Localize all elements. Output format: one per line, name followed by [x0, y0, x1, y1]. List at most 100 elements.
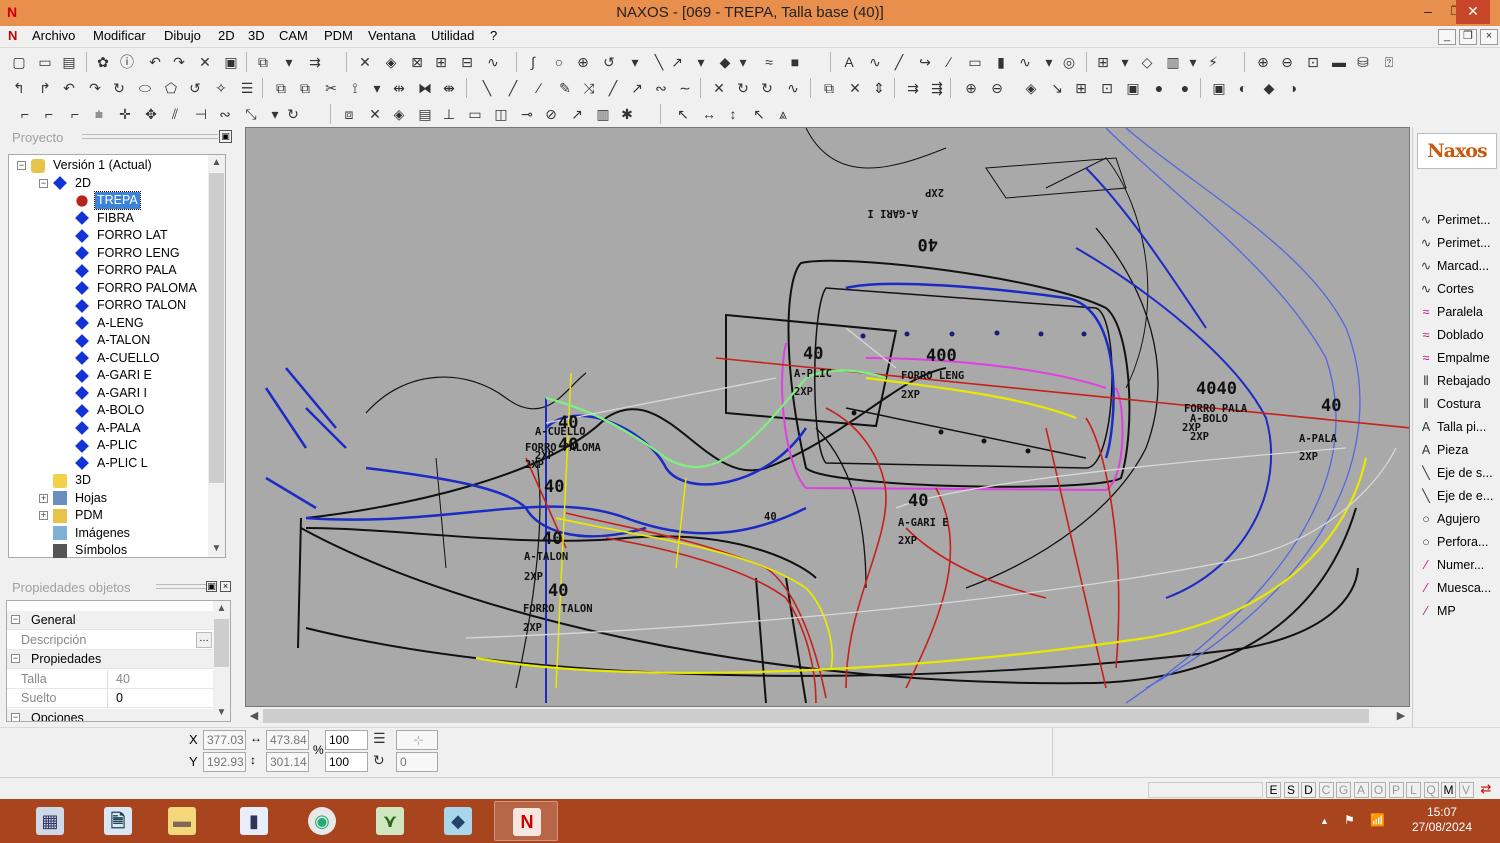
toolbar-tool-icon[interactable]: ↗	[568, 105, 586, 123]
toolbar-tool-icon[interactable]: ⊞	[1072, 79, 1090, 97]
toolbar-tool-icon[interactable]: ↖	[750, 105, 768, 123]
scroll-thumb[interactable]	[209, 173, 224, 483]
toolbar-tool-icon[interactable]: A	[840, 53, 858, 71]
task-app[interactable]: ▮	[222, 801, 286, 841]
toolbar-tool-icon[interactable]: ⊞	[1094, 53, 1112, 71]
toolbar-tool-icon[interactable]: ⧉	[820, 79, 838, 97]
toolbar-tool-icon[interactable]: ■	[786, 53, 804, 71]
panel-grip[interactable]	[82, 134, 218, 139]
tool-item[interactable]: ∿ Marcad...	[1417, 256, 1489, 276]
toolbar-tool-icon[interactable]: ⇕	[870, 79, 888, 97]
y-coordinate-field[interactable]: 192.93	[203, 752, 246, 772]
tool-item[interactable]: ∿ Perimet...	[1417, 210, 1491, 230]
toolbar-tool-icon[interactable]: ▭	[36, 53, 54, 71]
tree-item[interactable]: A-BOLO	[75, 402, 146, 419]
x-coordinate-field[interactable]: 377.03	[203, 730, 246, 750]
toolbar-tool-icon[interactable]: ▾	[1040, 53, 1058, 71]
width-field[interactable]: 473.84	[266, 730, 309, 750]
toolbar-tool-icon[interactable]: ∕	[940, 53, 958, 71]
toolbar-tool-icon[interactable]: ⊟	[458, 53, 476, 71]
tree-item[interactable]: 2D	[53, 175, 93, 192]
tree-item[interactable]: A-PLIC L	[75, 455, 150, 472]
menu-utilidad[interactable]: Utilidad	[431, 28, 474, 43]
scroll-thumb[interactable]	[214, 619, 229, 667]
rotate-icon[interactable]: ↻	[373, 752, 385, 769]
property-row[interactable]: Suelto 0	[7, 689, 214, 708]
task-explorer-docs[interactable]: 🗎	[86, 801, 150, 841]
scale-x-field[interactable]: 100	[325, 730, 368, 750]
toolbar-tool-icon[interactable]: ⊡	[1098, 79, 1116, 97]
toolbar-tool-icon[interactable]: ∾	[216, 105, 234, 123]
toolbar-tool-icon[interactable]: ⧈	[340, 105, 358, 123]
tree-item[interactable]: Imágenes	[53, 525, 132, 542]
menu-help[interactable]: ?	[490, 28, 497, 43]
toolbar-tool-icon[interactable]: ✧	[212, 79, 230, 97]
toolbar-tool-icon[interactable]: ↷	[170, 53, 188, 71]
toolbar-tool-icon[interactable]: ☰	[238, 79, 256, 97]
tool-item[interactable]: ⫴ Rebajado	[1417, 371, 1490, 391]
collapse-icon[interactable]: −	[39, 178, 48, 188]
toolbar-tool-icon[interactable]: ⇹	[390, 79, 408, 97]
tool-item[interactable]: ∿ Perimet...	[1417, 233, 1491, 253]
status-toggle-s[interactable]: S	[1283, 782, 1299, 798]
toolbar-tool-icon[interactable]: ▾	[368, 79, 386, 97]
tree-item[interactable]: TREPA	[75, 191, 141, 210]
pin-icon[interactable]: ▣	[206, 581, 217, 592]
scroll-down-icon[interactable]: ▼	[213, 705, 230, 721]
toolbar-tool-icon[interactable]: ↷	[86, 79, 104, 97]
scroll-up-icon[interactable]: ▲	[208, 155, 225, 171]
toolbar-tool-icon[interactable]: ✕	[356, 53, 374, 71]
property-value[interactable]: 0	[107, 689, 214, 708]
toolbar-tool-icon[interactable]: ⧉	[296, 79, 314, 97]
toolbar-tool-icon[interactable]: ⊣	[192, 105, 210, 123]
toolbar-tool-icon[interactable]: ↗	[628, 79, 646, 97]
toolbar-tool-icon[interactable]: ∾	[652, 79, 670, 97]
toolbar-tool-icon[interactable]: ↰	[10, 79, 28, 97]
toolbar-tool-icon[interactable]: ⇶	[928, 79, 946, 97]
toolbar-tool-icon[interactable]: ⫽	[166, 105, 184, 123]
property-category[interactable]: − General	[7, 611, 214, 630]
property-category[interactable]: − Opciones	[7, 708, 214, 721]
toolbar-tool-icon[interactable]: ⊕	[574, 53, 592, 71]
toolbar-tool-icon[interactable]: ◫	[492, 105, 510, 123]
list-icon[interactable]: ☰	[373, 730, 386, 747]
toolbar-tool-icon[interactable]: ▥	[594, 105, 612, 123]
tool-item[interactable]: A Pieza	[1417, 440, 1468, 460]
height-field[interactable]: 301.14	[266, 752, 309, 772]
toolbar-tool-icon[interactable]: ≈	[760, 53, 778, 71]
toolbar-tool-icon[interactable]: ↕	[724, 105, 742, 123]
toolbar-tool-icon[interactable]: ⊡	[1304, 53, 1322, 71]
toolbar-tool-icon[interactable]: ⊕	[1254, 53, 1272, 71]
toolbar-tool-icon[interactable]: ⩧	[90, 105, 108, 123]
toolbar-tool-icon[interactable]: ↖	[674, 105, 692, 123]
toolbar-tool-icon[interactable]: ⊠	[408, 53, 426, 71]
toolbar-tool-icon[interactable]: ▣	[1124, 79, 1142, 97]
toolbar-tool-icon[interactable]: ↘	[1048, 79, 1066, 97]
status-toggle-a[interactable]: A	[1353, 782, 1369, 798]
tool-item[interactable]: ≈ Empalme	[1417, 348, 1490, 368]
menu-ventana[interactable]: Ventana	[368, 28, 416, 43]
mdi-close-button[interactable]: ×	[1480, 29, 1498, 45]
toolbar-tool-icon[interactable]: ◈	[390, 105, 408, 123]
status-toggle-v[interactable]: V	[1458, 782, 1474, 798]
property-row[interactable]: Descripción…	[7, 631, 214, 650]
toolbar-tool-icon[interactable]: ↺	[186, 79, 204, 97]
toolbar-tool-icon[interactable]: ↔	[700, 105, 718, 123]
status-toggle-p[interactable]: P	[1388, 782, 1404, 798]
status-toggle-g[interactable]: G	[1336, 782, 1351, 798]
tool-item[interactable]: ○ Perfora...	[1417, 532, 1488, 552]
toolbar-tool-icon[interactable]: ↶	[60, 79, 78, 97]
tree-item[interactable]: A-TALON	[75, 332, 152, 349]
toolbar-tool-icon[interactable]: ▾	[692, 53, 710, 71]
status-toggle-c[interactable]: C	[1318, 782, 1334, 798]
menu-pdm[interactable]: PDM	[324, 28, 353, 43]
flag-icon[interactable]: ⚑	[1344, 813, 1355, 827]
toolbar-tool-icon[interactable]: ◎	[1060, 53, 1078, 71]
canvas-hscrollbar[interactable]: ◀ ▶	[245, 707, 1410, 725]
toolbar-tool-icon[interactable]: ∼	[676, 79, 694, 97]
toolbar-tool-icon[interactable]: ▾	[1116, 53, 1134, 71]
toolbar-tool-icon[interactable]: ✕	[710, 79, 728, 97]
tree-item[interactable]: Hojas	[53, 490, 109, 507]
menu-dibujo[interactable]: Dibujo	[164, 28, 201, 43]
toolbar-tool-icon[interactable]: ◈	[1022, 79, 1040, 97]
